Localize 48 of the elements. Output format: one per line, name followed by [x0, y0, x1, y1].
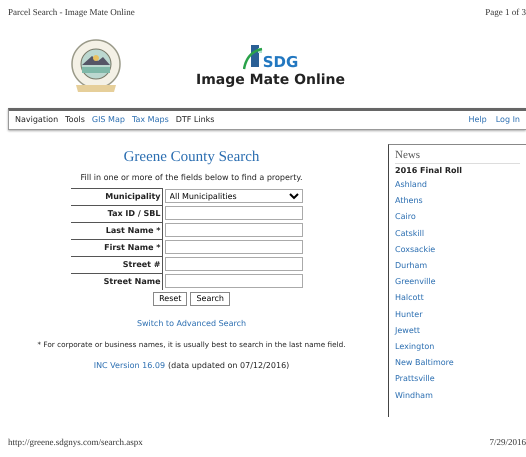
news-heading: 2016 Final Roll — [395, 165, 464, 177]
news-link[interactable]: Durham — [395, 258, 428, 274]
sdg-logo: SDG — [242, 42, 298, 70]
field-label: Last Name * — [70, 222, 162, 239]
page-url: http://greene.sdgnys.com/search.aspx — [8, 436, 143, 449]
news-link[interactable]: Jewett — [395, 322, 420, 340]
site-title: Image Mate Online — [196, 71, 346, 90]
page-number: Page 1 of 3 — [485, 6, 526, 19]
municipality-select[interactable]: All Municipalities — [164, 189, 302, 203]
field-label: Tax ID / SBL — [70, 205, 162, 222]
nav-link[interactable]: DTF Links — [176, 114, 214, 126]
field-label: First Name * — [70, 239, 162, 256]
nav-link[interactable]: Navigation — [15, 114, 58, 126]
news-link[interactable]: Windham — [395, 388, 433, 404]
nav-link[interactable]: GIS Map — [92, 114, 125, 126]
nav-link[interactable]: Help — [468, 114, 487, 126]
news-link[interactable]: New Baltimore — [395, 355, 454, 372]
news-link[interactable]: Coxsackie — [395, 242, 436, 258]
input-field[interactable] — [164, 257, 302, 271]
instructions-text: Fill in one or more of the fields below to find a property. — [80, 172, 302, 184]
input-field[interactable] — [164, 274, 302, 288]
field-label: Municipality — [70, 188, 162, 205]
page-title: Parcel Search - Image Mate Online — [8, 6, 135, 19]
news-link[interactable]: Hunter — [395, 306, 423, 323]
news-link[interactable]: Greenville — [395, 274, 436, 290]
news-link[interactable]: Athens — [395, 193, 423, 210]
input-field[interactable] — [164, 240, 302, 254]
nav-link[interactable]: Tools — [65, 114, 85, 126]
version-link[interactable]: INC Version 16.09 — [94, 360, 166, 372]
news-link[interactable]: Catskill — [395, 226, 424, 242]
input-field[interactable] — [164, 206, 302, 220]
news-link[interactable]: Lexington — [395, 339, 434, 356]
print-date: 7/29/2016 — [489, 436, 526, 449]
nav-link[interactable]: Tax Maps — [132, 114, 169, 126]
news-title: News — [395, 146, 520, 164]
input-field[interactable] — [164, 223, 302, 237]
field-label: Street Name — [70, 273, 162, 290]
advanced-search-link[interactable]: Switch to Advanced Search — [136, 318, 246, 330]
news-link[interactable]: Ashland — [395, 177, 427, 194]
field-label: Street # — [70, 256, 162, 273]
news-link[interactable]: Cairo — [395, 209, 416, 226]
search-title: Greene County Search — [124, 148, 260, 166]
news-link[interactable]: Prattsville — [395, 371, 435, 388]
nav-link[interactable]: Log In — [496, 114, 520, 126]
form-button[interactable]: Search — [190, 292, 230, 306]
data-date-text: (data updated on 07/12/2016) — [168, 360, 290, 372]
news-link[interactable]: Halcott — [395, 290, 424, 307]
form-button[interactable]: Reset — [153, 292, 188, 306]
